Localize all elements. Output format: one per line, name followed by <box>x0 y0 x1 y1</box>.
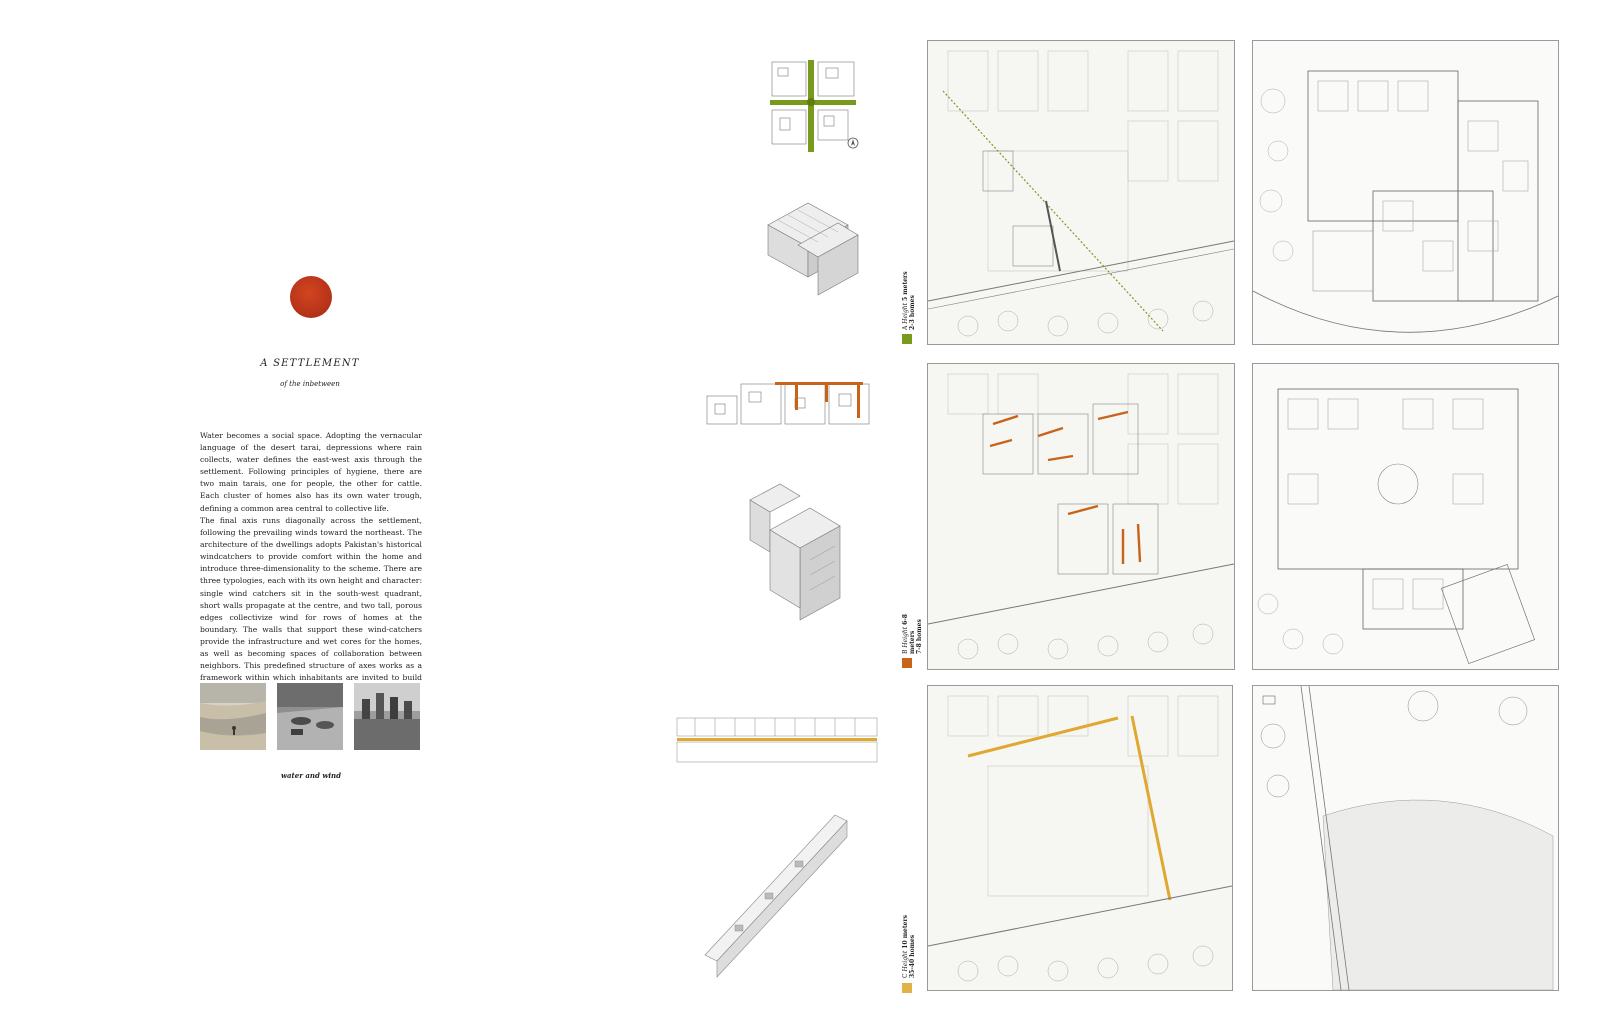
legend-swatch-b <box>902 658 912 668</box>
diagram-c-axonometric <box>695 805 860 980</box>
north-arrow-icon <box>847 137 859 149</box>
paragraph-wind: The final axis runs diagonally across th… <box>200 516 422 694</box>
diagram-b-axonometric <box>740 470 865 650</box>
legend-label-a: A Height 5 meters 2-3 homes <box>902 271 916 330</box>
legend-swatch-c <box>902 983 912 993</box>
photo-caption: water and wind <box>281 771 341 780</box>
photo-water-gathering <box>277 683 343 750</box>
diagram-b-plan <box>705 380 875 444</box>
paragraph-water: Water becomes a social space. Adopting t… <box>200 431 422 513</box>
site-plan-c <box>927 685 1233 991</box>
legend-swatch-a <box>902 334 912 344</box>
site-plan-a <box>927 40 1235 345</box>
photo-windcatchers <box>354 683 420 750</box>
legend-label-c: C Height 10 meters 35-40 homes <box>902 915 916 978</box>
site-plan-b <box>927 363 1235 670</box>
detail-plan-c <box>1252 685 1559 991</box>
detail-plan-a <box>1252 40 1559 345</box>
page-subtitle: of the inbetween <box>280 380 340 388</box>
diagram-c-plan <box>675 712 880 767</box>
page-title: A SETTLEMENT <box>260 358 360 369</box>
seal-icon <box>290 276 332 318</box>
legend-label-b: B Height 6-8 meters 7-8 homes <box>902 614 923 654</box>
diagram-a-axonometric <box>748 185 868 315</box>
photo-water-tarai <box>200 683 266 750</box>
detail-plan-b <box>1252 363 1559 670</box>
